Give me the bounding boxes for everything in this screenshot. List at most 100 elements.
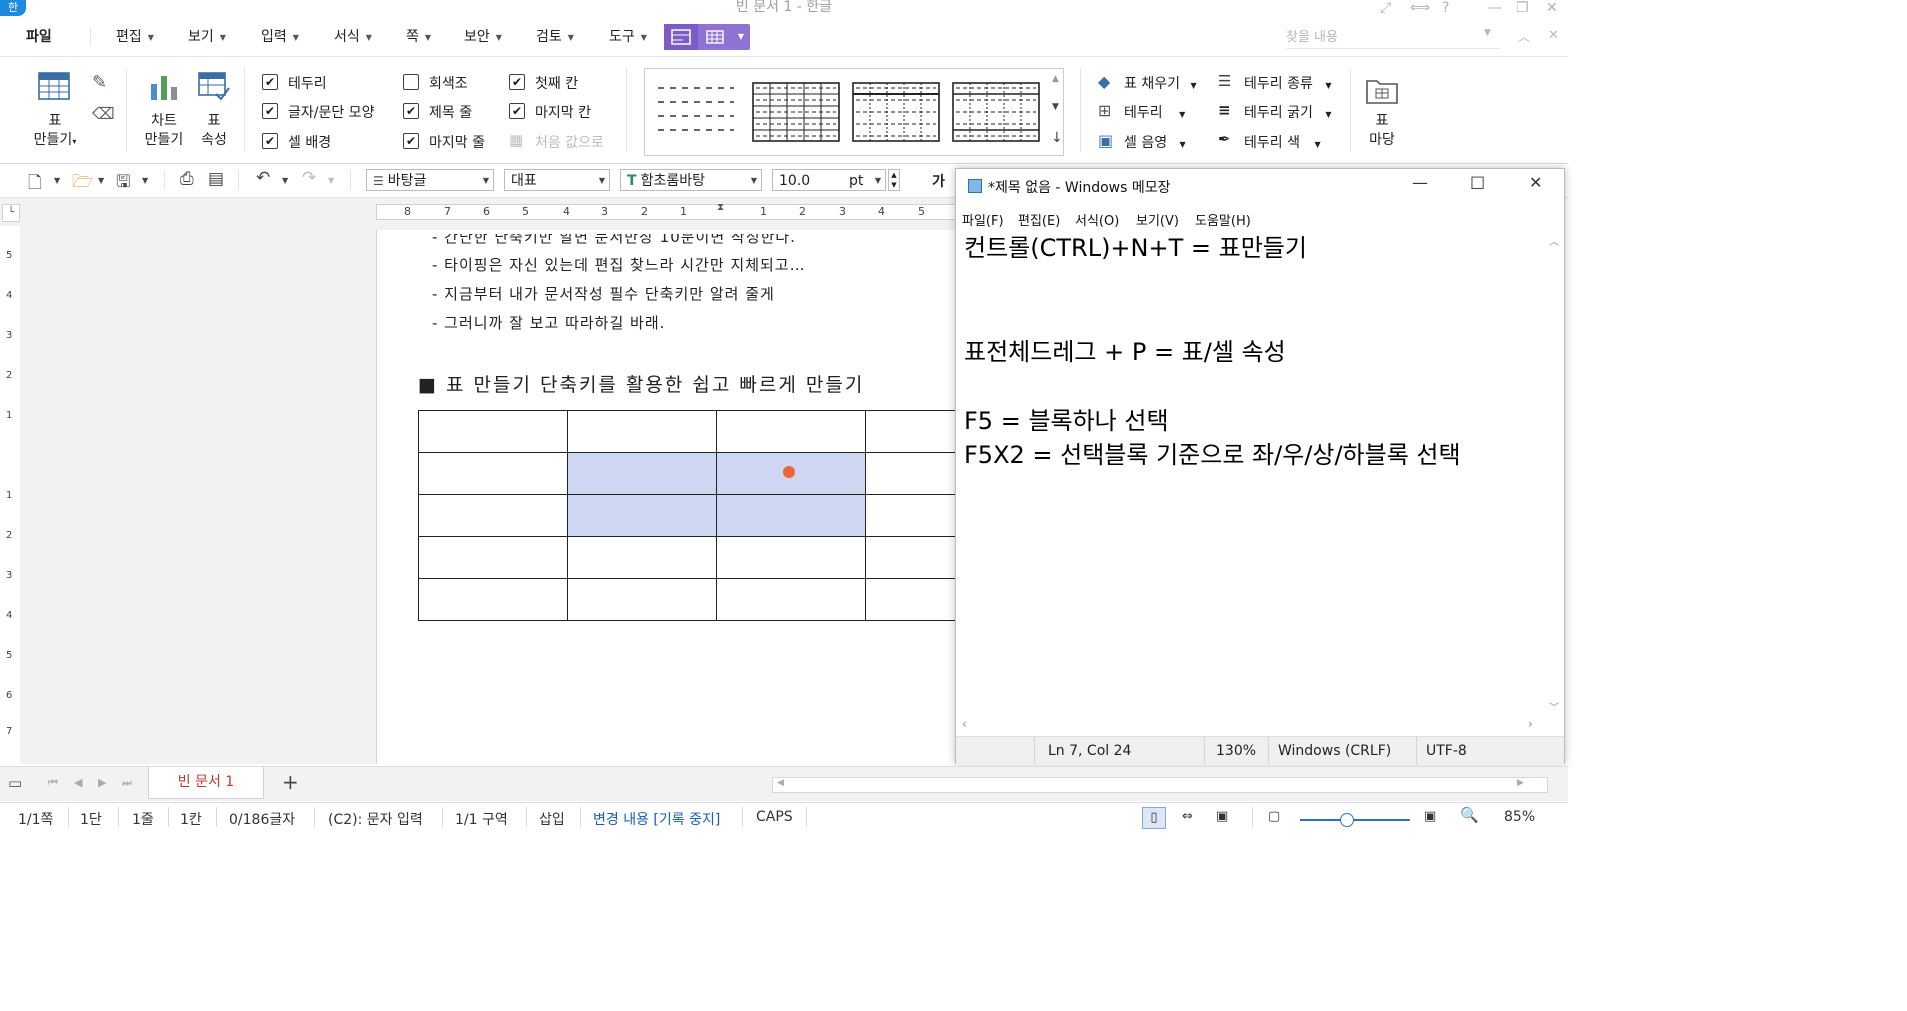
close-icon[interactable]: ✕ [1529, 173, 1542, 192]
zoom-slider-thumb[interactable] [1340, 813, 1354, 827]
new-document-icon[interactable]: 🗋 [28, 170, 42, 199]
erase-table-icon[interactable]: ⌫ [92, 104, 115, 123]
np-menu-edit[interactable]: 편집(E) [1018, 210, 1060, 229]
preview-icon[interactable]: ▤ [208, 169, 224, 189]
print-icon[interactable]: ⎙ [180, 169, 194, 189]
border-checkbox[interactable]: ✔ [262, 74, 278, 90]
chevron-down-icon[interactable]: ▼ [142, 176, 148, 185]
make-chart-button[interactable]: 차트 만들기 [138, 72, 190, 150]
chevron-down-icon[interactable]: ▼ [54, 176, 60, 185]
table-style-none[interactable] [656, 82, 736, 140]
char-para-checkbox[interactable]: ✔ [262, 103, 278, 119]
expand-icon[interactable]: ⟺ [1410, 0, 1430, 16]
grayscale-checkbox[interactable] [403, 74, 419, 90]
scroll-right-icon[interactable]: › [1528, 717, 1533, 731]
minimize-icon[interactable]: — [1412, 173, 1428, 192]
table-cell[interactable] [567, 578, 717, 621]
restore-icon[interactable]: ❐ [1516, 0, 1529, 16]
normal-view-icon[interactable]: ▯ [1142, 807, 1166, 829]
table-style-header[interactable] [852, 82, 940, 142]
table-cell[interactable] [418, 410, 568, 453]
np-menu-file[interactable]: 파일(F) [962, 210, 1004, 229]
font-size-input[interactable]: 10.0 pt ▼ [772, 169, 886, 191]
tab-list-icon[interactable]: ▭ [8, 774, 22, 792]
draw-table-icon[interactable]: ✎ [92, 72, 107, 93]
scroll-left-icon[interactable]: ‹ [962, 717, 967, 731]
page-view-icon[interactable]: ▣ [1216, 809, 1228, 824]
last-col-checkbox[interactable]: ✔ [509, 103, 525, 119]
close-doc-icon[interactable]: ✕ [1548, 28, 1559, 43]
menu-insert[interactable]: 입력 ▼ [261, 26, 299, 46]
status-insert-mode[interactable]: 삽입 [539, 809, 565, 829]
notepad-horizontal-scrollbar[interactable]: ‹ › [956, 717, 1548, 733]
table-style-outline[interactable] [952, 82, 1040, 142]
context-tab-dropdown[interactable]: ▼ [732, 24, 750, 50]
gallery-down-icon[interactable]: ▼ [1052, 102, 1059, 112]
scroll-right-icon[interactable]: ▶ [1517, 778, 1524, 788]
menu-page[interactable]: 쪽 ▼ [406, 26, 431, 46]
cell-shade-button[interactable]: 셀 음영 ▼ [1124, 132, 1186, 152]
table-cell[interactable] [418, 536, 568, 579]
notepad-vertical-scrollbar[interactable]: ︿ ﹀ [1546, 231, 1562, 717]
table-cell[interactable] [418, 494, 568, 537]
indent-marker-icon[interactable]: ⧗ [717, 202, 724, 213]
gallery-up-icon[interactable]: ▲ [1052, 74, 1059, 84]
redo-icon[interactable]: ↷ [302, 168, 316, 188]
zoom-slider[interactable] [1300, 819, 1410, 821]
collapse-ribbon-icon[interactable]: ︿ [1518, 28, 1530, 45]
table-cell[interactable] [418, 452, 568, 495]
help-icon[interactable]: ? [1442, 0, 1449, 16]
horizontal-ruler[interactable]: 8 7 6 5 4 3 2 1 1 2 3 4 5 ⧗ [376, 202, 956, 220]
border-type-button[interactable]: 테두리 종류 ▼ [1244, 73, 1331, 93]
cell-bg-checkbox[interactable]: ✔ [262, 133, 278, 149]
first-tab-icon[interactable]: ⏮ [48, 776, 58, 790]
table-cell[interactable] [567, 536, 717, 579]
np-menu-format[interactable]: 서식(O) [1075, 210, 1119, 229]
reset-defaults-button[interactable]: 처음 값으로 [535, 132, 604, 152]
table-design-tab[interactable] [664, 24, 698, 50]
table-fill-button[interactable]: 표 채우기 ▼ [1124, 73, 1197, 93]
scroll-up-icon[interactable]: ︿ [1549, 233, 1559, 248]
tab-document-1[interactable]: 빈 문서 1 [148, 767, 264, 799]
menu-file[interactable]: 파일 [26, 26, 52, 46]
next-tab-icon[interactable]: ▶ [98, 776, 106, 789]
menu-security[interactable]: 보안 ▼ [464, 26, 502, 46]
table-cell[interactable] [567, 410, 717, 453]
zoom-page-icon[interactable]: ▣ [1424, 809, 1436, 824]
border-color-button[interactable]: 테두리 색 ▼ [1244, 132, 1321, 152]
search-input[interactable]: 찾을 내용 [1286, 26, 1500, 49]
table-cell[interactable] [716, 536, 866, 579]
char-shape-button[interactable]: 가 [932, 171, 945, 191]
close-icon[interactable]: ✕ [1546, 0, 1558, 16]
title-row-checkbox[interactable]: ✔ [403, 103, 419, 119]
table-style-grid[interactable] [752, 82, 840, 142]
add-tab-button[interactable]: + [282, 770, 299, 794]
search-dropdown-icon[interactable]: ▼ [1484, 28, 1491, 38]
style-select[interactable]: ☰ 바탕글 ▼ [366, 169, 494, 191]
table-cell-selected[interactable] [716, 494, 866, 537]
language-select[interactable]: 대표 ▼ [504, 169, 610, 191]
fullscreen-icon[interactable]: ⤢ [1380, 0, 1391, 16]
table-cell[interactable] [418, 578, 568, 621]
first-col-checkbox[interactable]: ✔ [509, 74, 525, 90]
prev-tab-icon[interactable]: ◀ [74, 776, 82, 789]
vertical-ruler[interactable]: 5 4 3 2 1 1 2 3 4 5 6 7 [0, 226, 21, 764]
menu-edit[interactable]: 편집 ▼ [116, 26, 154, 46]
font-select[interactable]: T 함초롬바탕 ▼ [620, 169, 762, 191]
tab-stop-icon[interactable]: └ [2, 204, 20, 222]
status-page[interactable]: 1/1쪽 [18, 809, 53, 829]
font-size-stepper[interactable]: ▲ ▼ [888, 169, 900, 191]
np-menu-view[interactable]: 보기(V) [1136, 210, 1179, 229]
menu-review[interactable]: 검토 ▼ [536, 26, 574, 46]
status-track-changes[interactable]: 변경 내용 [기록 중지] [593, 809, 720, 829]
web-view-icon[interactable]: ⇔ [1182, 809, 1193, 824]
table-cell[interactable] [716, 578, 866, 621]
gallery-expand-icon[interactable]: ↓ [1051, 130, 1063, 146]
status-zoom-value[interactable]: 85% [1504, 809, 1535, 825]
np-menu-help[interactable]: 도움말(H) [1195, 210, 1251, 229]
table-layout-tab[interactable] [698, 24, 732, 50]
zoom-magnifier-icon[interactable]: 🔍 [1460, 806, 1479, 824]
border-width-button[interactable]: 테두리 굵기 ▼ [1244, 102, 1331, 122]
menu-tools[interactable]: 도구 ▼ [609, 26, 647, 46]
notepad-text-area[interactable]: 컨트롤(CTRL)+N+T = 표만들기 표전체드레그 + P = 표/셀 속성… [964, 231, 1544, 717]
